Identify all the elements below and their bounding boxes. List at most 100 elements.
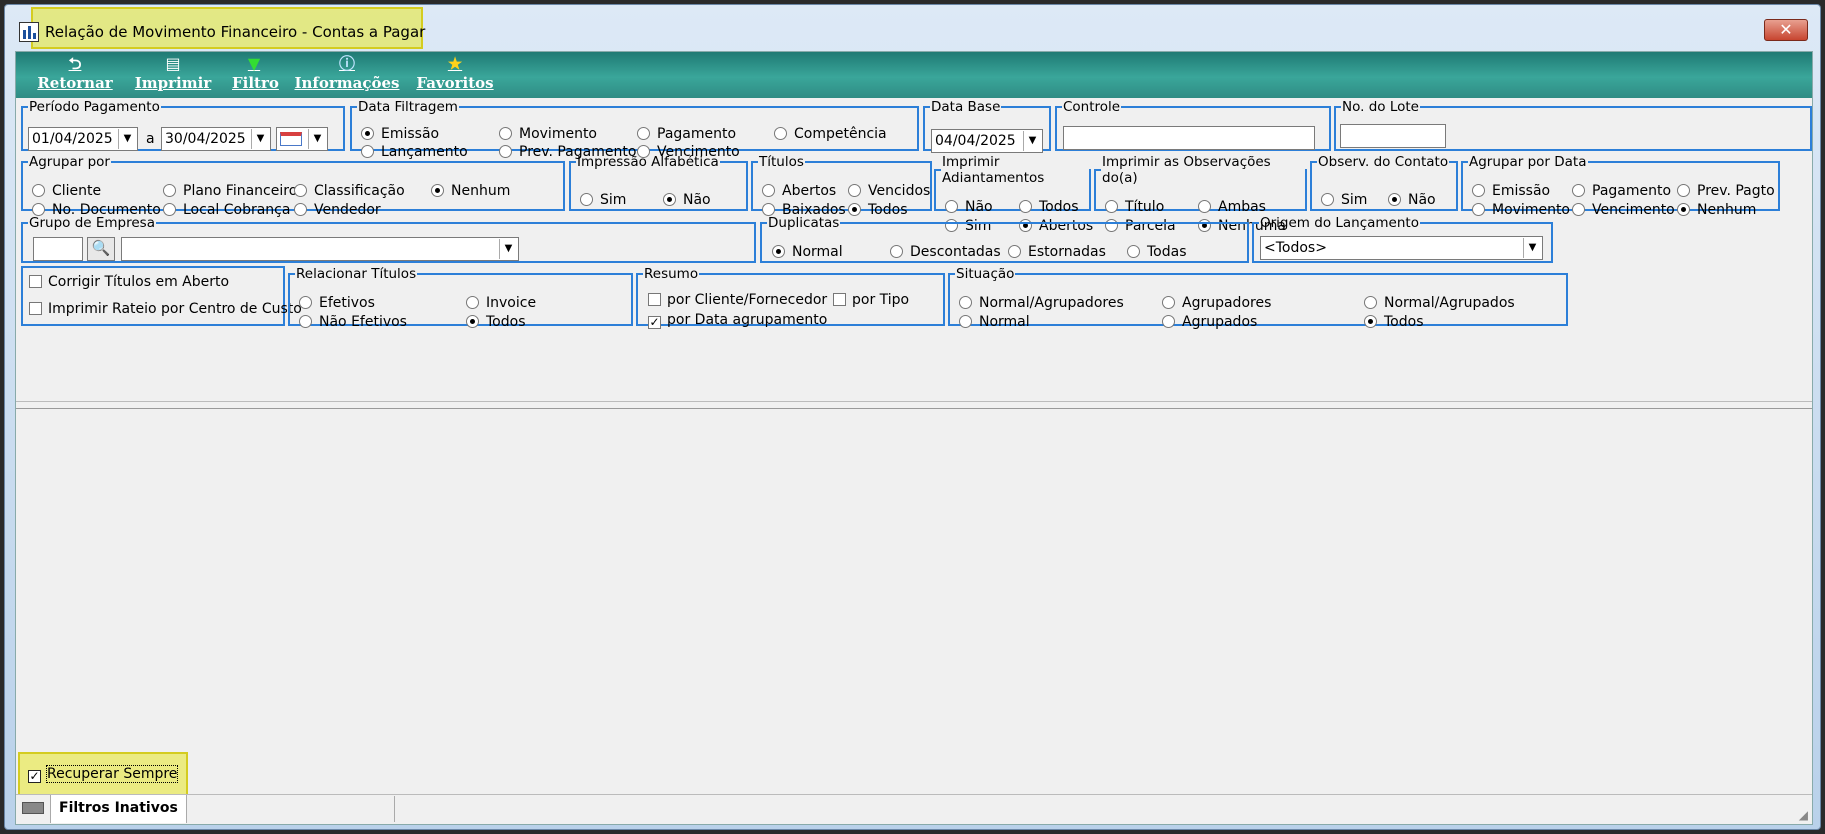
radio-dup-estornadas[interactable]: Estornadas: [1008, 244, 1106, 260]
radio-invoice[interactable]: Invoice: [466, 295, 536, 311]
search-icon[interactable]: 🔍: [87, 237, 115, 261]
radio-agrupados[interactable]: Agrupados: [1162, 314, 1257, 330]
calendar-icon: [280, 132, 302, 146]
radio-dup-descontadas[interactable]: Descontadas: [890, 244, 1001, 260]
divider: [16, 401, 1812, 402]
tab-icon: [22, 802, 44, 814]
client-area: ⮌ Retornar ▤ Imprimir ▼ Filtro ⓘ Informações…: [15, 51, 1813, 825]
radio-normal[interactable]: Normal: [959, 314, 1030, 330]
controle-input[interactable]: [1063, 126, 1315, 150]
resize-grip-icon[interactable]: ◢: [1799, 808, 1808, 822]
filtro-button[interactable]: ▼ Filtro: [232, 54, 279, 92]
por-cliente-checkbox[interactable]: por Cliente/Fornecedor: [648, 292, 827, 308]
recuperar-sempre-checkbox[interactable]: ✓ Recuperar Sempre: [28, 765, 179, 783]
chevron-down-icon[interactable]: ▼: [308, 129, 326, 149]
data-base-group: Data Base 04/04/2025 ▼: [923, 99, 1051, 153]
controle-group: Controle: [1055, 99, 1331, 151]
title-bar: Relação de Movimento Financeiro - Contas…: [5, 5, 1820, 55]
data-filtragem-group: Data Filtragem Emissão Movimento Pagamen…: [350, 99, 919, 160]
radio-abertos[interactable]: Abertos: [762, 183, 836, 199]
periodo-to-input[interactable]: 30/04/2025 ▼: [161, 127, 271, 151]
origem-select[interactable]: <Todos> ▼: [1260, 236, 1543, 260]
status-divider: [394, 796, 395, 822]
relacionar-titulos-group: Relacionar Títulos Efetivos Invoice Não …: [288, 266, 633, 330]
radio-competencia[interactable]: Competência: [774, 126, 887, 142]
radio-classificacao[interactable]: Classificação: [294, 183, 405, 199]
imprimir-button[interactable]: ▤ Imprimir: [128, 54, 218, 92]
close-button[interactable]: ✕: [1764, 19, 1808, 41]
radio-pagamento[interactable]: Pagamento: [637, 126, 736, 142]
radio-emissao[interactable]: Emissão: [361, 126, 439, 142]
radio-alfa-nao[interactable]: Não: [663, 192, 711, 208]
radio-adiant-nao[interactable]: Não: [945, 199, 993, 215]
adiantamentos-group: Imprimir Adiantamentos Não Todos Sim Abe…: [934, 154, 1093, 234]
titulos-group: Títulos Abertos Vencidos Baixados Todos: [751, 154, 932, 218]
por-data-checkbox[interactable]: ✓ por Data agrupamento: [648, 312, 827, 329]
printer-icon: ▤: [165, 54, 181, 73]
chevron-down-icon[interactable]: ▼: [251, 129, 269, 149]
resumo-group: Resumo por Cliente/Fornecedor por Tipo ✓…: [636, 266, 945, 329]
lote-input[interactable]: [1340, 124, 1446, 148]
radio-normal-agrupadores[interactable]: Normal/Agrupadores: [959, 295, 1124, 311]
por-tipo-checkbox[interactable]: por Tipo: [833, 292, 909, 308]
radio-contato-sim[interactable]: Sim: [1321, 192, 1367, 208]
grupo-empresa-group: Grupo de Empresa 🔍 ▼: [21, 215, 756, 263]
rateio-checkbox[interactable]: Imprimir Rateio por Centro de Custo: [29, 301, 302, 317]
calendar-picker[interactable]: ▼: [276, 127, 328, 151]
duplicatas-group: Duplicatas Normal Descontadas Estornadas…: [760, 215, 1249, 263]
opcoes-group: Corrigir Títulos em Aberto Imprimir Rate…: [21, 266, 302, 326]
situacao-group: Situação Normal/Agrupadores Agrupadores …: [948, 266, 1568, 330]
retornar-button[interactable]: ⮌ Retornar: [32, 54, 118, 92]
funnel-icon: ▼: [247, 54, 261, 73]
origem-lancamento-group: Origem do Lançamento <Todos> ▼: [1252, 215, 1553, 263]
radio-obs-titulo[interactable]: Título: [1105, 199, 1164, 215]
radio-vencidos[interactable]: Vencidos: [848, 183, 930, 199]
radio-obs-ambas[interactable]: Ambas: [1198, 199, 1266, 215]
agrupar-por-group: Agrupar por Cliente Plano Financeiro Cla…: [21, 154, 565, 218]
radio-data-nenhum[interactable]: Nenhum: [1677, 202, 1756, 218]
radio-plano-financeiro[interactable]: Plano Financeiro: [163, 183, 297, 199]
radio-normal-agrupados[interactable]: Normal/Agrupados: [1364, 295, 1515, 311]
radio-data-emissao[interactable]: Emissão: [1472, 183, 1550, 199]
informacoes-button[interactable]: ⓘ Informações: [284, 54, 410, 92]
radio-alfa-sim[interactable]: Sim: [580, 192, 626, 208]
filter-panel: Período Pagamento 01/04/2025 ▼ a 30/04/20…: [16, 99, 1812, 409]
star-icon: ★: [447, 54, 463, 73]
periodo-from-input[interactable]: 01/04/2025 ▼: [28, 127, 138, 151]
data-base-input[interactable]: 04/04/2025 ▼: [931, 129, 1043, 153]
chevron-down-icon[interactable]: ▼: [1523, 238, 1541, 258]
toolbar: ⮌ Retornar ▤ Imprimir ▼ Filtro ⓘ Informações…: [16, 52, 1812, 98]
radio-adiant-todos[interactable]: Todos: [1019, 199, 1078, 215]
agrupar-data-group: Agrupar por Data Emissão Pagamento Prev.…: [1461, 154, 1780, 218]
radio-data-pagamento[interactable]: Pagamento: [1572, 183, 1671, 199]
radio-cliente[interactable]: Cliente: [32, 183, 101, 199]
radio-situacao-todos[interactable]: Todos: [1364, 314, 1423, 330]
status-bar: Filtros Inativos ◢: [16, 794, 1812, 824]
radio-efetivos[interactable]: Efetivos: [299, 295, 375, 311]
radio-relacionar-todos[interactable]: Todos: [466, 314, 525, 330]
periodo-pagamento-group: Período Pagamento 01/04/2025 ▼ a 30/04/20…: [21, 99, 345, 151]
impressao-alfabetica-group: Impressão Alfabética Sim Não: [569, 154, 748, 211]
chevron-down-icon[interactable]: ▼: [1023, 131, 1041, 151]
corrigir-checkbox[interactable]: Corrigir Títulos em Aberto: [29, 274, 229, 290]
chevron-down-icon[interactable]: ▼: [499, 239, 517, 259]
tab-filtros-inativos[interactable]: Filtros Inativos: [50, 795, 187, 823]
observ-contato-group: Observ. do Contato Sim Não: [1310, 154, 1458, 211]
favoritos-button[interactable]: ★ Favoritos: [412, 54, 498, 92]
radio-nao-efetivos[interactable]: Não Efetivos: [299, 314, 407, 330]
radio-nenhum[interactable]: Nenhum: [431, 183, 510, 199]
radio-dup-todas[interactable]: Todas: [1127, 244, 1187, 260]
chevron-down-icon[interactable]: ▼: [118, 129, 136, 149]
radio-data-prev-pagto[interactable]: Prev. Pagto: [1677, 183, 1775, 199]
observacoes-group: Imprimir as Observações do(a) Título Amb…: [1094, 154, 1307, 234]
radio-movimento[interactable]: Movimento: [499, 126, 597, 142]
undo-icon: ⮌: [68, 54, 82, 73]
lote-group: No. do Lote: [1334, 99, 1812, 151]
radio-contato-nao[interactable]: Não: [1388, 192, 1436, 208]
window-title: Relação de Movimento Financeiro - Contas…: [45, 23, 426, 41]
radio-data-vencimento[interactable]: Vencimento: [1572, 202, 1675, 218]
grupo-empresa-code-input[interactable]: [33, 237, 83, 261]
grupo-empresa-select[interactable]: ▼: [121, 237, 519, 261]
radio-dup-normal[interactable]: Normal: [772, 244, 843, 260]
radio-agrupadores[interactable]: Agrupadores: [1162, 295, 1271, 311]
